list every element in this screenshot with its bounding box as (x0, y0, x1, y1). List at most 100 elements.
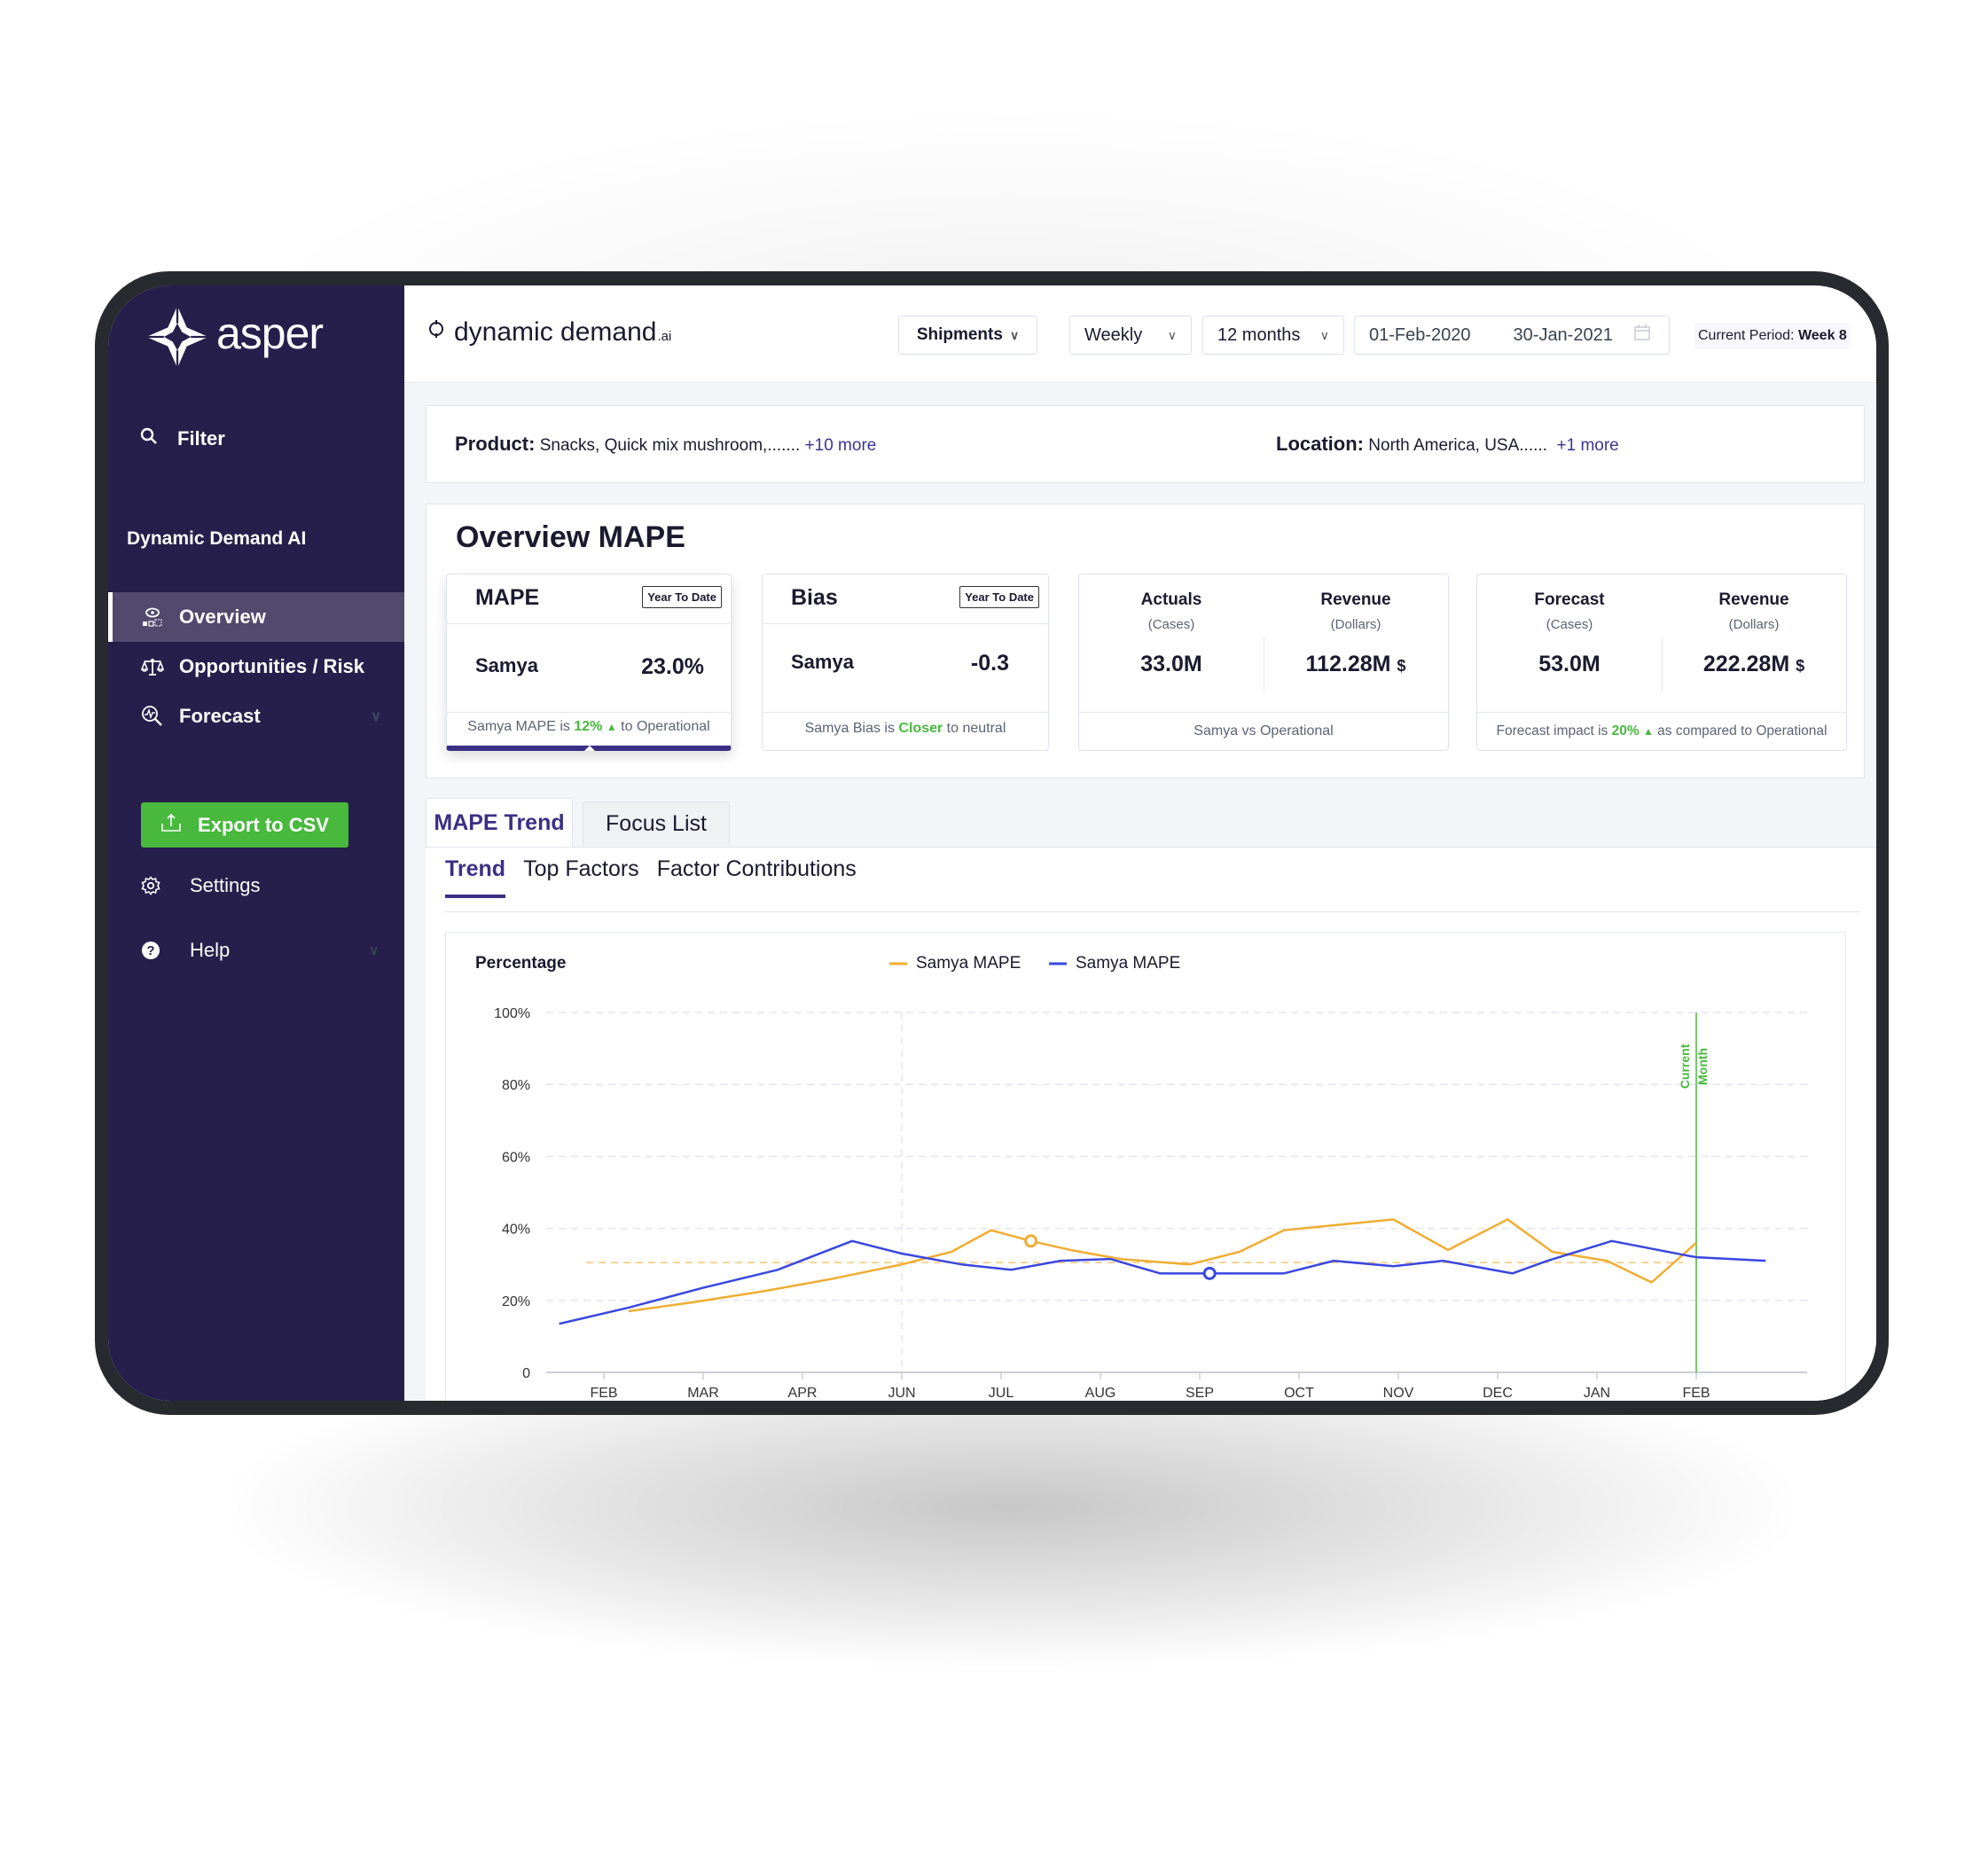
date-from[interactable]: 01-Feb-2020 (1369, 325, 1471, 346)
card-footer: Samya MAPE is 12% ▲ to Operational (447, 713, 731, 735)
scales-icon (140, 656, 165, 677)
col-value: 222.28M (1702, 652, 1790, 676)
footer-percent: 20% (1611, 723, 1640, 738)
card-title: MAPE (475, 585, 540, 610)
x-tick-label: AUG (1085, 1386, 1116, 1401)
x-tick-label: OCT (1284, 1386, 1314, 1401)
nav-label: Overview (179, 606, 266, 628)
highlight-point (1024, 1234, 1038, 1248)
mape-trend-chart: Percentage Samya MAPE Samya MAPE 0 20% 40% 60%… (445, 932, 1846, 1401)
x-tick-label: SEP (1186, 1386, 1214, 1401)
export-label: Export to CSV (198, 813, 329, 836)
subtab-trend[interactable]: Trend (445, 856, 506, 898)
y-tick-label: 20% (502, 1294, 530, 1309)
y-tick-label: 40% (502, 1223, 530, 1238)
col-value: 53.0M (1538, 652, 1601, 676)
ytd-badge[interactable]: Year To Date (959, 586, 1039, 608)
col-value-wrap: 222.28M $ (1662, 652, 1846, 677)
x-tick-label: MAR (687, 1386, 719, 1401)
chevron-down-icon[interactable]: ∨ (371, 707, 381, 725)
filter-button[interactable]: Filter (140, 427, 225, 450)
x-tick-label: FEB (1682, 1386, 1710, 1401)
nav-label: Forecast (179, 705, 261, 727)
section-heading: Dynamic Demand AI (127, 528, 307, 549)
date-to[interactable]: 30-Jan-2021 (1514, 325, 1613, 346)
location-value: North America, USA...... (1368, 436, 1547, 455)
actuals-card[interactable]: Actuals (Cases) 33.0M Revenue (Dollars) … (1078, 574, 1449, 751)
tab-focus-list[interactable]: Focus List (583, 801, 730, 846)
footer-text: as compared to Operational (1657, 723, 1828, 738)
current-period: Current Period: Week 8 (1694, 323, 1851, 349)
metric-label: Samya (791, 651, 854, 673)
sidebar-item-overview[interactable]: Overview (108, 592, 404, 642)
trend-panel: Trend Top Factors Factor Contributions P… (426, 847, 1876, 1401)
target-icon (427, 320, 445, 343)
measure-dropdown[interactable]: Shipments ∨ (898, 316, 1037, 355)
horizon-dropdown[interactable]: 12 months ∨ (1202, 316, 1344, 355)
settings-label: Settings (190, 874, 261, 896)
location-more-link[interactable]: +1 more (1557, 436, 1619, 455)
chevron-down-icon: ∨ (1167, 327, 1177, 342)
export-csv-button[interactable]: Export to CSV (141, 802, 348, 848)
search-icon (140, 427, 161, 450)
metric-value: 23.0% (641, 654, 704, 679)
sidebar-item-forecast[interactable]: Forecast ∨ (108, 692, 404, 741)
card-footer: Samya Bias is Closer to neutral (763, 713, 1048, 737)
col-value-wrap: 112.28M $ (1264, 652, 1448, 677)
period-value: Week 8 (1797, 328, 1847, 343)
metric-value: -0.3 (970, 651, 1009, 676)
y-tick-label: 60% (502, 1150, 530, 1165)
footer-text: Samya Bias is (804, 721, 895, 736)
card-footer: Samya vs Operational (1194, 723, 1334, 738)
product-more-link[interactable]: +10 more (805, 436, 877, 455)
measure-value: Shipments (916, 325, 1003, 344)
nav-label: Opportunities / Risk (179, 655, 365, 677)
x-tick-label: JAN (1584, 1386, 1610, 1401)
gear-icon (140, 876, 161, 895)
top-bar: dynamic demand .ai Shipments ∨ Weekly ∨ 1… (404, 285, 1876, 383)
subtab-bar: Trend Top Factors Factor Contributions (445, 856, 874, 898)
subtab-factor-contributions[interactable]: Factor Contributions (657, 856, 857, 898)
overview-eye-icon (140, 606, 165, 628)
app-title: dynamic demand .ai (427, 317, 671, 348)
currency-unit: $ (1796, 657, 1805, 675)
date-range-picker[interactable]: 01-Feb-2020 30-Jan-2021 (1354, 316, 1670, 355)
sidebar-item-help[interactable]: ? Help ∨ (140, 939, 380, 962)
bias-card[interactable]: Bias Year To Date Samya -0.3 Samya Bias … (762, 574, 1049, 751)
current-month-label: Month (1695, 1048, 1710, 1085)
x-tick-label: APR (788, 1386, 818, 1401)
currency-unit: $ (1397, 657, 1406, 675)
sidebar-item-settings[interactable]: Settings (140, 874, 261, 897)
footer-text: to Operational (621, 719, 710, 734)
granularity-value: Weekly (1084, 324, 1143, 345)
current-month-label: Current (1678, 1043, 1692, 1089)
mape-card[interactable]: MAPE Year To Date Samya 23.0% Samya MAPE… (446, 574, 732, 751)
overview-panel: Overview MAPE MAPE Year To Date Samya 23… (426, 504, 1865, 778)
x-tick-label: FEB (590, 1386, 617, 1401)
tab-mape-trend[interactable]: MAPE Trend (426, 798, 573, 847)
granularity-dropdown[interactable]: Weekly ∨ (1069, 316, 1192, 355)
product-filter: Product: Snacks, Quick mix mushroom,....… (455, 433, 876, 456)
sidebar-item-opportunities-risk[interactable]: Opportunities / Risk (108, 642, 404, 692)
col-value: 33.0M (1140, 652, 1202, 676)
chevron-down-icon: ∨ (1319, 327, 1329, 342)
calendar-icon[interactable] (1633, 324, 1651, 347)
col-title: Actuals (1140, 590, 1202, 609)
x-tick-label: NOV (1383, 1386, 1414, 1401)
ytd-badge[interactable]: Year To Date (642, 586, 722, 608)
chart-svg: Percentage Samya MAPE Samya MAPE 0 20% 40% 60%… (475, 954, 1807, 1401)
asper-logo[interactable]: asper (144, 303, 324, 371)
subtab-top-factors[interactable]: Top Factors (523, 856, 639, 898)
triangle-up-icon: ▲ (1642, 725, 1654, 738)
forecast-card[interactable]: Forecast (Cases) 53.0M Revenue (Dollars)… (1476, 574, 1847, 751)
horizon-value: 12 months (1217, 324, 1301, 345)
col-title: Forecast (1534, 590, 1605, 609)
chevron-down-icon: ∨ (1009, 327, 1020, 342)
chevron-down-icon[interactable]: ∨ (369, 942, 380, 959)
footer-text: Samya MAPE is (467, 719, 570, 734)
col-title: Revenue (1320, 590, 1391, 609)
legend-label: Samya MAPE (1076, 954, 1180, 973)
series-line-blue (559, 1239, 1766, 1325)
filter-label: Filter (177, 427, 225, 449)
subtab-divider (445, 911, 1860, 912)
